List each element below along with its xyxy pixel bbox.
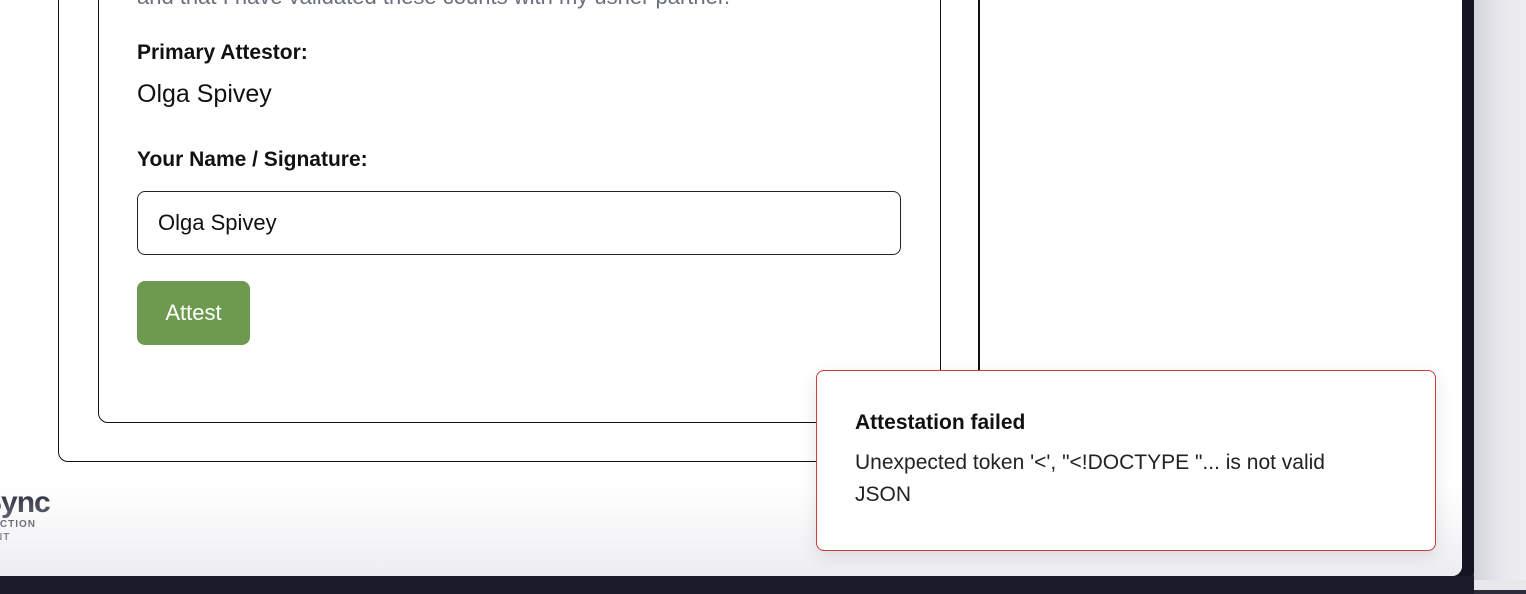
column-divider [978, 0, 980, 372]
attest-button[interactable]: Attest [137, 281, 250, 345]
signature-label: Your Name / Signature: [137, 148, 368, 171]
app-logo: Sync LLECTION MENT [0, 486, 60, 546]
taskbar-edge [0, 576, 1474, 594]
toast-message: Unexpected token '<', "<!DOCTYPE "... is… [855, 451, 1325, 506]
signature-input[interactable] [137, 191, 901, 255]
primary-attestor-label: Primary Attestor: [137, 41, 308, 64]
toast-title: Attestation failed [855, 411, 1026, 434]
primary-attestor-value: Olga Spivey [137, 80, 272, 108]
error-toast[interactable]: Attestation failed Unexpected token '<',… [816, 370, 1436, 551]
attestation-statement-text: and that I have validated these counts w… [137, 0, 730, 10]
logo-subtitle-line-2: MENT [0, 532, 11, 543]
logo-subtitle-line-1: LLECTION [0, 519, 36, 530]
logo-wordmark: Sync [0, 486, 51, 519]
